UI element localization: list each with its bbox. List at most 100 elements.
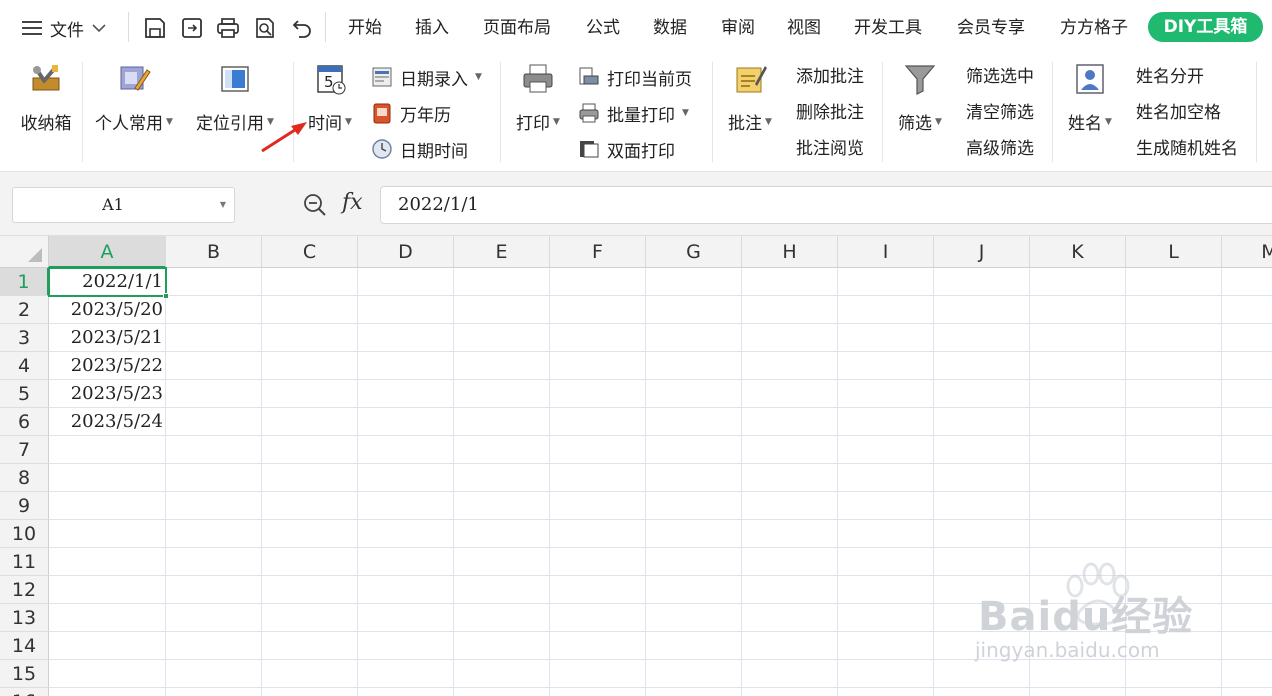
row-header-16[interactable]: 16 bbox=[0, 688, 49, 696]
cell-a5[interactable]: 2023/5/23 bbox=[49, 380, 166, 408]
grid-line bbox=[49, 547, 1272, 548]
row-header-11[interactable]: 11 bbox=[0, 548, 49, 576]
row-header-7[interactable]: 7 bbox=[0, 436, 49, 464]
ribbon-divider bbox=[82, 62, 83, 162]
row-header-8[interactable]: 8 bbox=[0, 464, 49, 492]
tab-formulas[interactable]: 公式 bbox=[586, 14, 620, 42]
print-label: 打印 bbox=[516, 114, 551, 134]
comment-button[interactable]: 批注 ▼ bbox=[722, 54, 778, 134]
grid-line bbox=[49, 435, 1272, 436]
tab-diy-toolbox[interactable]: DIY工具箱 bbox=[1148, 12, 1263, 42]
export-button[interactable] bbox=[178, 14, 206, 42]
row-header-5[interactable]: 5 bbox=[0, 380, 49, 408]
comment-label: 批注 bbox=[728, 114, 763, 134]
clock-icon bbox=[372, 139, 392, 159]
name-add-space-button[interactable]: 姓名加空格 bbox=[1136, 100, 1221, 126]
row-header-14[interactable]: 14 bbox=[0, 632, 49, 660]
tab-view[interactable]: 视图 bbox=[787, 14, 821, 42]
date-time-button[interactable]: 日期时间 bbox=[371, 136, 468, 162]
cell-a2[interactable]: 2023/5/20 bbox=[49, 296, 166, 324]
divider bbox=[325, 12, 326, 42]
column-header-b[interactable]: B bbox=[166, 236, 262, 268]
name-box[interactable]: A1 ▼ bbox=[12, 187, 235, 223]
column-header-k[interactable]: K bbox=[1030, 236, 1126, 268]
fx-icon[interactable]: fx bbox=[342, 190, 363, 215]
perpetual-calendar-button[interactable]: 万年历 bbox=[371, 100, 451, 126]
row-header-2[interactable]: 2 bbox=[0, 296, 49, 324]
menu-bar: 文件 开始 插入 页面布局 公式 数据 审阅 视图 开发工具 会员专享 方方格子… bbox=[0, 0, 1272, 54]
date-input-button[interactable]: 日期录入 ▼ bbox=[371, 64, 482, 90]
column-header-i[interactable]: I bbox=[838, 236, 934, 268]
random-name-button[interactable]: 生成随机姓名 bbox=[1136, 136, 1238, 162]
column-header-f[interactable]: F bbox=[550, 236, 646, 268]
filter-button[interactable]: 筛选 ▼ bbox=[892, 54, 948, 134]
name-label: 姓名 bbox=[1068, 114, 1103, 134]
cell-a3[interactable]: 2023/5/21 bbox=[49, 324, 166, 352]
column-header-l[interactable]: L bbox=[1126, 236, 1222, 268]
row-header-9[interactable]: 9 bbox=[0, 492, 49, 520]
tab-fangfang[interactable]: 方方格子 bbox=[1060, 14, 1128, 42]
save-button[interactable] bbox=[141, 14, 169, 42]
column-header-a[interactable]: A bbox=[49, 236, 166, 268]
filter-selected-button[interactable]: 筛选选中 bbox=[966, 64, 1034, 90]
review-comment-button[interactable]: 批注阅览 bbox=[796, 136, 864, 162]
tab-member[interactable]: 会员专享 bbox=[957, 14, 1025, 42]
person-card-icon bbox=[1076, 64, 1104, 94]
column-header-c[interactable]: C bbox=[262, 236, 358, 268]
tab-developer[interactable]: 开发工具 bbox=[854, 14, 922, 42]
column-header-d[interactable]: D bbox=[358, 236, 454, 268]
formula-input[interactable]: 2022/1/1 bbox=[380, 186, 1272, 224]
clear-filter-button[interactable]: 清空筛选 bbox=[966, 100, 1034, 126]
tab-page-layout[interactable]: 页面布局 bbox=[483, 14, 551, 42]
undo-button[interactable] bbox=[288, 14, 316, 42]
column-header-g[interactable]: G bbox=[646, 236, 742, 268]
batch-print-button[interactable]: 批量打印 ▼ bbox=[578, 100, 689, 126]
cell-a6[interactable]: 2023/5/24 bbox=[49, 408, 166, 436]
add-comment-button[interactable]: 添加批注 bbox=[796, 64, 864, 90]
row-header-6[interactable]: 6 bbox=[0, 408, 49, 436]
column-header-j[interactable]: J bbox=[934, 236, 1030, 268]
row-header-3[interactable]: 3 bbox=[0, 324, 49, 352]
tab-insert[interactable]: 插入 bbox=[415, 14, 449, 42]
row-header-4[interactable]: 4 bbox=[0, 352, 49, 380]
print-current-page-button[interactable]: 打印当前页 bbox=[578, 64, 692, 90]
tab-review[interactable]: 审阅 bbox=[721, 14, 755, 42]
row-header-15[interactable]: 15 bbox=[0, 660, 49, 688]
grid-line bbox=[49, 407, 1272, 408]
fill-handle[interactable] bbox=[163, 293, 169, 299]
file-menu-label: 文件 bbox=[50, 20, 84, 41]
name-button[interactable]: 姓名 ▼ bbox=[1062, 54, 1118, 134]
column-header-m[interactable]: M bbox=[1222, 236, 1272, 268]
cell-a4[interactable]: 2023/5/22 bbox=[49, 352, 166, 380]
row-header-13[interactable]: 13 bbox=[0, 604, 49, 632]
dropdown-caret-icon: ▼ bbox=[219, 200, 226, 209]
hamburger-icon bbox=[22, 21, 42, 35]
duplex-print-button[interactable]: 双面打印 bbox=[578, 136, 675, 162]
red-arrow-annotation bbox=[261, 122, 307, 153]
delete-comment-button[interactable]: 删除批注 bbox=[796, 100, 864, 126]
file-menu[interactable]: 文件 bbox=[22, 14, 106, 42]
storage-box-button[interactable]: 收纳箱 bbox=[18, 54, 74, 134]
advanced-filter-button[interactable]: 高级筛选 bbox=[966, 136, 1034, 162]
toolbox-icon bbox=[32, 65, 60, 91]
row-header-12[interactable]: 12 bbox=[0, 576, 49, 604]
print-button[interactable]: 打印 ▼ bbox=[510, 54, 566, 134]
tab-data[interactable]: 数据 bbox=[653, 14, 687, 42]
row-header-1[interactable]: 1 bbox=[0, 268, 49, 296]
print-preview-button[interactable] bbox=[251, 14, 279, 42]
split-name-button[interactable]: 姓名分开 bbox=[1136, 64, 1204, 90]
print-quick-button[interactable] bbox=[214, 14, 242, 42]
column-header-h[interactable]: H bbox=[742, 236, 838, 268]
tab-home[interactable]: 开始 bbox=[348, 14, 382, 42]
personal-common-button[interactable]: 个人常用 ▼ bbox=[92, 54, 176, 134]
divider bbox=[128, 12, 129, 42]
printer-icon bbox=[217, 18, 239, 38]
active-cell-outline bbox=[48, 267, 169, 299]
chevron-down-icon bbox=[92, 24, 106, 33]
column-header-e[interactable]: E bbox=[454, 236, 550, 268]
row-header-10[interactable]: 10 bbox=[0, 520, 49, 548]
ribbon-divider bbox=[1256, 62, 1257, 162]
select-all-corner[interactable] bbox=[0, 236, 49, 268]
name-box-value: A1 bbox=[102, 195, 124, 214]
zoom-icon[interactable] bbox=[302, 192, 328, 218]
